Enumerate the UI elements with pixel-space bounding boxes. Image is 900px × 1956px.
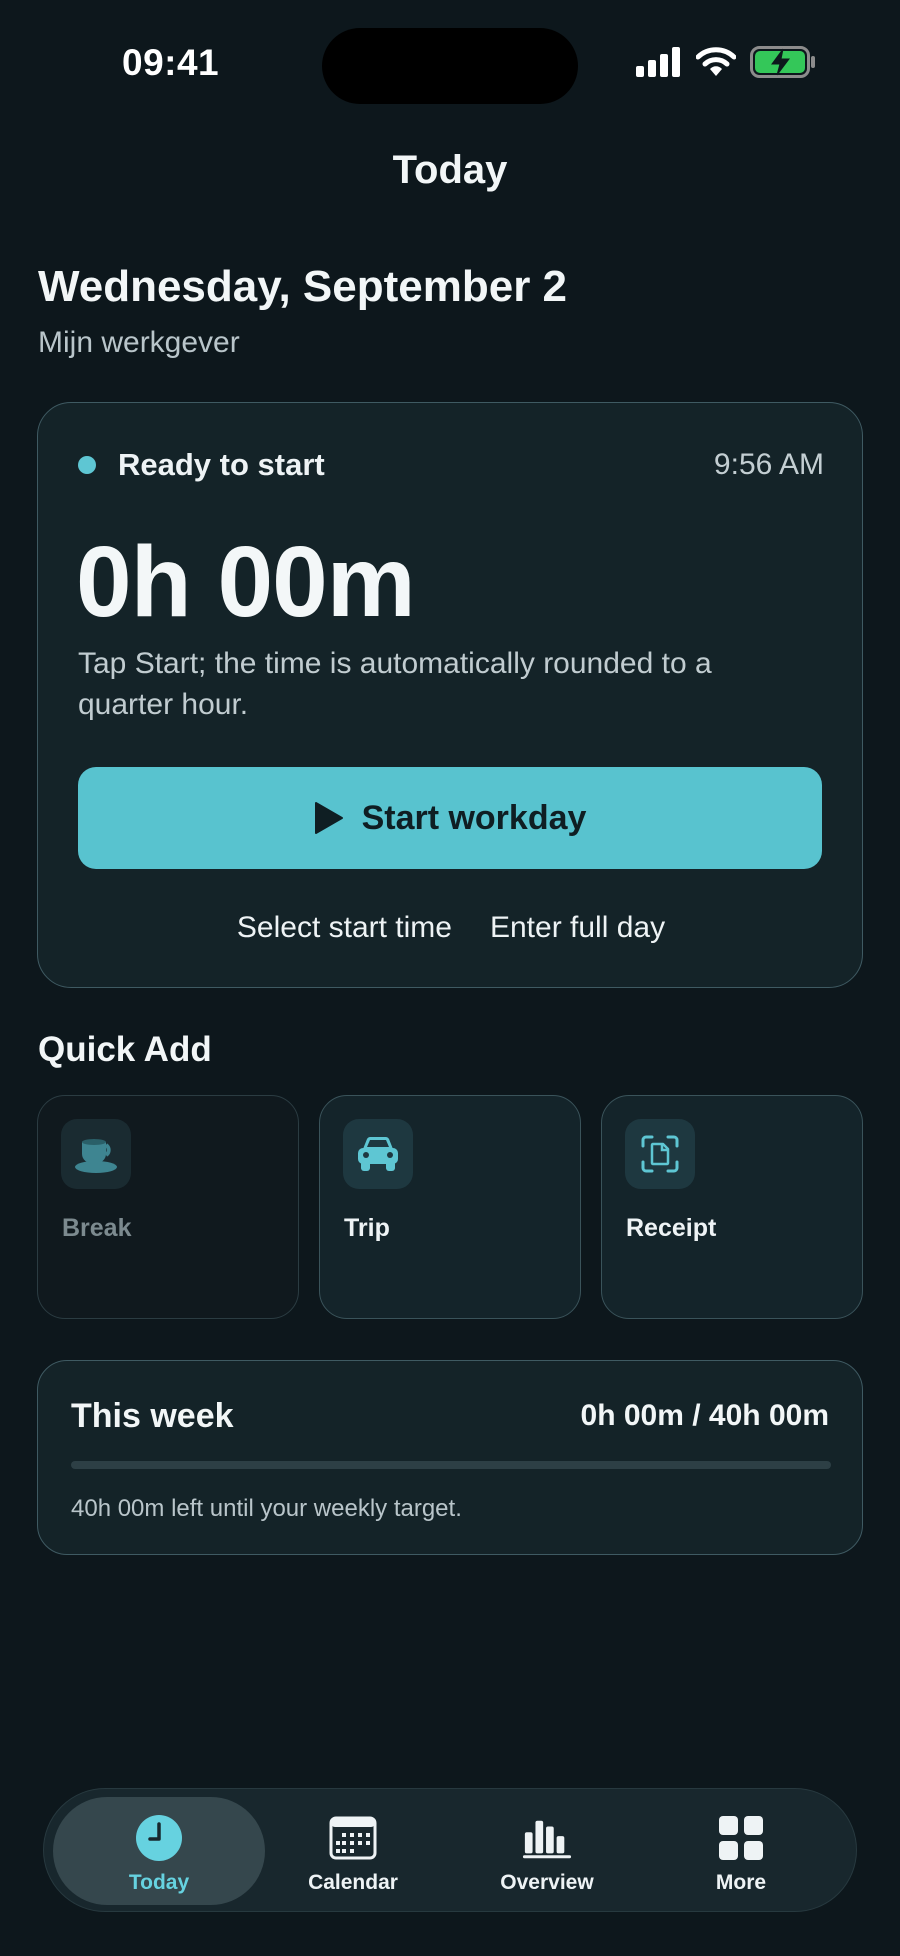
- tab-today-label: Today: [128, 1871, 190, 1894]
- tab-more[interactable]: More: [635, 1797, 847, 1905]
- enter-full-day-link[interactable]: Enter full day: [490, 911, 665, 945]
- quick-add-receipt-label: Receipt: [626, 1214, 717, 1242]
- week-hours: 0h 00m / 40h 00m: [580, 1399, 829, 1432]
- timer-card: Ready to start 9:56 AM 0h 00m Tap Start;…: [37, 402, 863, 988]
- quick-add-title: Quick Add: [38, 1030, 212, 1069]
- coffee-cup-icon: [61, 1119, 131, 1189]
- week-progress-bar: [71, 1461, 831, 1469]
- timer-status: Ready to start: [118, 447, 325, 482]
- page-title: Today: [392, 148, 508, 192]
- start-workday-label: Start workday: [361, 798, 587, 837]
- calendar-icon: [328, 1813, 378, 1863]
- battery-charging-icon: [750, 46, 815, 78]
- start-workday-button[interactable]: Start workday: [78, 767, 822, 869]
- elapsed-time: 0h 00m: [76, 526, 416, 638]
- status-icons: [636, 46, 816, 78]
- weekly-progress-card[interactable]: This week 0h 00m / 40h 00m 40h 00m left …: [37, 1360, 863, 1555]
- quick-add-trip[interactable]: Trip: [319, 1095, 581, 1319]
- quick-add-trip-label: Trip: [344, 1214, 390, 1242]
- quick-add-receipt[interactable]: Receipt: [601, 1095, 863, 1319]
- clock-icon: [134, 1813, 184, 1863]
- date-heading: Wednesday, September 2: [38, 262, 568, 311]
- status-dot-icon: [78, 456, 96, 474]
- week-remaining-note: 40h 00m left until your weekly target.: [71, 1495, 462, 1522]
- select-start-time-link[interactable]: Select start time: [237, 911, 452, 945]
- secondary-actions: Select start time Enter full day: [38, 911, 864, 945]
- tab-calendar-label: Calendar: [308, 1871, 398, 1894]
- tab-overview-label: Overview: [500, 1871, 594, 1894]
- today-screen: 09:41 Today Wednesday, September 2 Mijn …: [0, 0, 900, 1956]
- cellular-signal-icon: [636, 47, 680, 77]
- car-icon: [343, 1119, 413, 1189]
- play-icon: [314, 802, 343, 834]
- wifi-icon: [696, 47, 736, 76]
- tab-today[interactable]: Today: [53, 1797, 265, 1905]
- receipt-scan-icon: [625, 1119, 695, 1189]
- dynamic-island: [322, 28, 578, 104]
- quick-add-break-label: Break: [62, 1214, 132, 1242]
- current-time: 9:56 AM: [713, 448, 824, 481]
- week-title: This week: [71, 1397, 234, 1435]
- tab-calendar[interactable]: Calendar: [247, 1797, 459, 1905]
- employer-name: Mijn werkgever: [38, 326, 240, 359]
- timer-status-row: Ready to start 9:56 AM: [78, 445, 824, 485]
- tab-bar: Today Calendar Overview More: [43, 1788, 857, 1912]
- quick-add-break[interactable]: Break: [37, 1095, 299, 1319]
- tab-more-label: More: [715, 1871, 767, 1894]
- status-bar-time: 09:41: [122, 42, 220, 83]
- tab-overview[interactable]: Overview: [441, 1797, 653, 1905]
- rounding-hint: Tap Start; the time is automatically rou…: [78, 647, 712, 721]
- bar-chart-icon: [522, 1813, 572, 1863]
- grid-icon: [716, 1813, 766, 1863]
